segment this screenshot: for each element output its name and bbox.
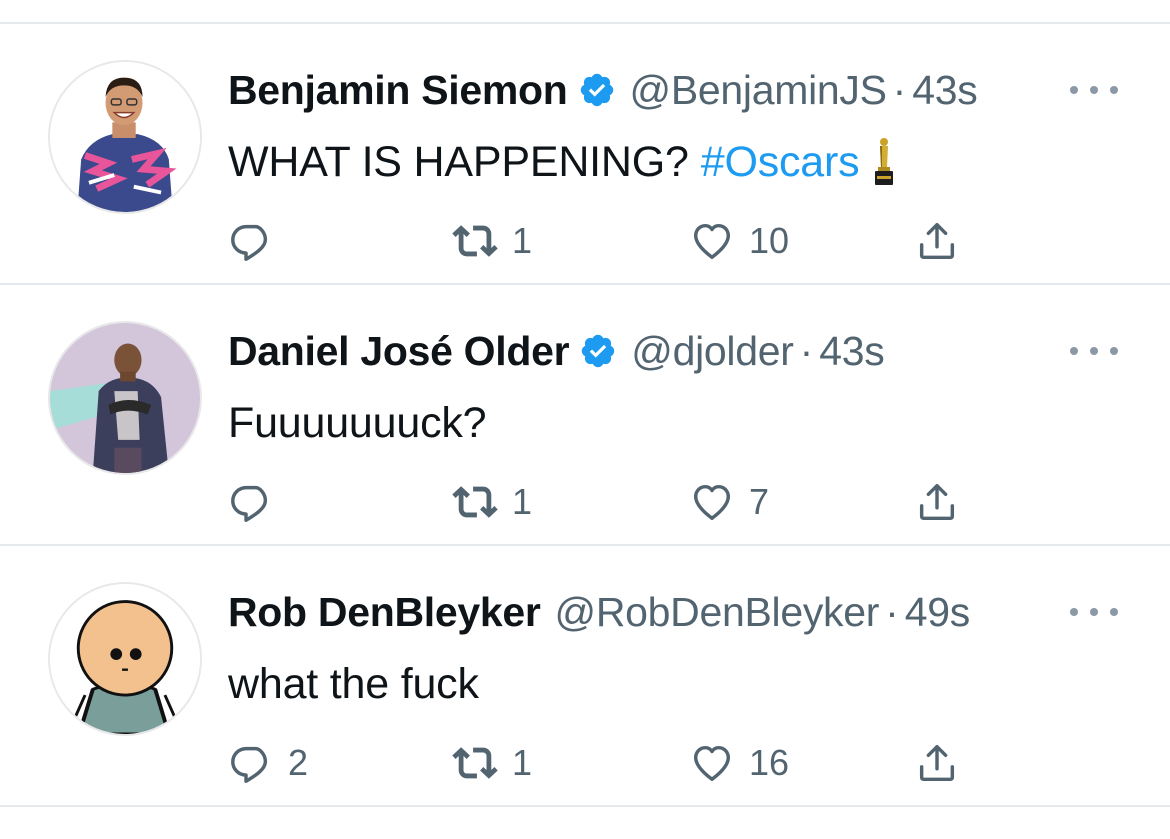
tweet-body: what the fuck [228, 660, 479, 708]
retweet-count: 1 [512, 481, 533, 522]
share-icon [919, 483, 955, 521]
tweet-item[interactable]: Rob DenBleyker @RobDenBleyker · 49s what… [0, 546, 1170, 804]
separator-dot: · [885, 589, 899, 635]
divider [0, 805, 1170, 807]
retweet-icon [452, 486, 498, 518]
reply-button[interactable] [228, 209, 288, 273]
tweet-header: Benjamin Siemon @BenjaminJS · 43s [228, 60, 978, 120]
more-dots-icon[interactable] [1070, 78, 1118, 102]
retweet-icon [452, 225, 498, 257]
reply-icon [231, 746, 268, 783]
oscar-trophy-icon [871, 137, 897, 187]
hashtag-link[interactable]: #Oscars [701, 130, 860, 194]
like-button[interactable]: 16 [689, 731, 789, 795]
tweet-actions: 1 10 [228, 209, 988, 273]
avatar[interactable] [48, 582, 202, 736]
reply-button[interactable]: 2 [228, 731, 308, 795]
reply-icon [231, 224, 268, 261]
avatar[interactable] [48, 60, 202, 214]
reply-icon [231, 485, 268, 522]
tweet-text: WHAT IS HAPPENING? #Oscars [228, 130, 897, 194]
separator-dot: · [892, 67, 907, 113]
heart-icon [693, 223, 731, 260]
retweet-button[interactable]: 1 [452, 470, 532, 534]
more-dots-icon[interactable] [1070, 339, 1118, 363]
tweet-actions: 1 7 [228, 470, 988, 534]
share-button[interactable] [914, 209, 960, 273]
retweet-count: 1 [512, 220, 533, 261]
reply-button[interactable] [228, 470, 288, 534]
tweet-text: what the fuck [228, 652, 479, 716]
reply-count: 2 [288, 742, 309, 783]
timestamp[interactable]: 43s [819, 321, 885, 381]
verified-badge-icon [578, 71, 616, 109]
heart-icon [693, 745, 731, 782]
like-count: 10 [749, 220, 790, 261]
tweet-item[interactable]: Benjamin Siemon @BenjaminJS · 43s WHAT I… [0, 24, 1170, 282]
timestamp[interactable]: 49s [905, 582, 971, 642]
more-dots-icon[interactable] [1070, 600, 1118, 624]
like-count: 7 [749, 481, 770, 522]
separator-dot: · [799, 328, 814, 374]
tweet-body: Fuuuuuuuck? [228, 399, 487, 447]
author-name[interactable]: Rob DenBleyker [228, 582, 541, 642]
share-icon [919, 222, 955, 260]
retweet-count: 1 [512, 742, 533, 783]
heart-icon [693, 484, 731, 521]
like-button[interactable]: 10 [689, 209, 789, 273]
share-button[interactable] [914, 470, 960, 534]
author-handle[interactable]: @RobDenBleyker [555, 582, 880, 642]
like-count: 16 [749, 742, 790, 783]
author-name[interactable]: Daniel José Older [228, 321, 570, 381]
timestamp[interactable]: 43s [912, 60, 978, 120]
avatar[interactable] [48, 321, 202, 475]
retweet-icon [452, 747, 498, 779]
author-handle[interactable]: @BenjaminJS [630, 60, 887, 120]
retweet-button[interactable]: 1 [452, 731, 532, 795]
like-button[interactable]: 7 [689, 470, 769, 534]
author-name[interactable]: Benjamin Siemon [228, 60, 568, 120]
tweet-header: Rob DenBleyker @RobDenBleyker · 49s [228, 582, 970, 642]
tweet-actions: 2 1 16 [228, 731, 988, 795]
tweet-body: WHAT IS HAPPENING? [228, 138, 689, 186]
retweet-button[interactable]: 1 [452, 209, 532, 273]
tweet-text: Fuuuuuuuck? [228, 391, 487, 455]
share-button[interactable] [914, 731, 960, 795]
verified-badge-icon [579, 332, 617, 370]
share-icon [919, 744, 955, 782]
tweet-item[interactable]: Daniel José Older @djolder · 43s Fuuuuuu… [0, 285, 1170, 543]
author-handle[interactable]: @djolder [631, 321, 794, 381]
tweet-feed: Benjamin Siemon @BenjaminJS · 43s WHAT I… [0, 0, 1170, 839]
tweet-header: Daniel José Older @djolder · 43s [228, 321, 885, 381]
